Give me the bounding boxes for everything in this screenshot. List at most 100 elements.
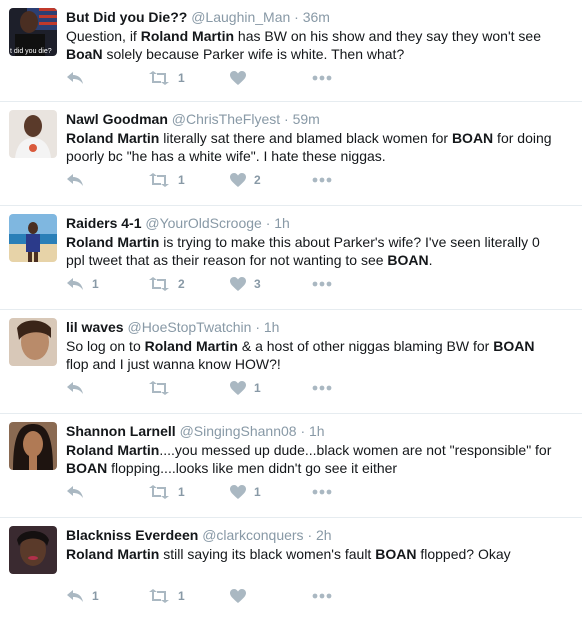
- like-button[interactable]: [230, 589, 312, 603]
- reply-button[interactable]: [66, 173, 148, 187]
- tweet-header: Nawl Goodman @ChrisTheFlyest · 59m: [66, 110, 572, 128]
- text-segment: flopping....looks like men didn't go see…: [107, 460, 398, 476]
- more-button[interactable]: [312, 281, 332, 287]
- tweet-header: Blackniss Everdeen @clarkconquers · 2h: [66, 526, 572, 544]
- user-handle[interactable]: @ChrisTheFlyest: [172, 111, 280, 127]
- more-dots-icon: [312, 75, 332, 81]
- text-segment: flopped? Okay: [416, 546, 511, 562]
- reply-button[interactable]: 1: [66, 589, 148, 603]
- reply-count: 1: [92, 277, 99, 291]
- retweet-button[interactable]: 1: [148, 589, 230, 603]
- like-button[interactable]: [230, 71, 312, 85]
- avatar[interactable]: [9, 214, 57, 262]
- retweet-button[interactable]: 1: [148, 173, 230, 187]
- avatar[interactable]: [9, 526, 57, 574]
- user-handle[interactable]: @YourOldScrooge: [145, 215, 261, 231]
- timestamp[interactable]: 1h: [264, 319, 280, 335]
- highlight-term[interactable]: BOAN: [375, 546, 416, 562]
- user-handle[interactable]: @clarkconquers: [202, 527, 303, 543]
- highlight-term[interactable]: Roland Martin: [145, 338, 238, 354]
- display-name[interactable]: Nawl Goodman: [66, 111, 168, 127]
- more-dots-icon: [312, 385, 332, 391]
- reply-icon: [66, 589, 84, 603]
- tweet: lil waves @HoeStopTwatchin · 1h So log o…: [0, 310, 582, 414]
- reply-icon: [66, 173, 84, 187]
- highlight-term[interactable]: BOAN: [452, 130, 493, 146]
- separator: ·: [255, 319, 260, 335]
- highlight-term[interactable]: Roland Martin: [66, 234, 159, 250]
- like-button[interactable]: 1: [230, 381, 312, 395]
- reply-icon: [66, 277, 84, 291]
- retweet-count: 1: [178, 71, 185, 85]
- like-count: 2: [254, 173, 261, 187]
- more-button[interactable]: [312, 489, 332, 495]
- highlight-term[interactable]: Roland Martin: [66, 546, 159, 562]
- tweet-header: lil waves @HoeStopTwatchin · 1h: [66, 318, 572, 336]
- retweet-icon: [148, 277, 170, 291]
- reply-button[interactable]: [66, 485, 148, 499]
- separator: ·: [265, 215, 271, 231]
- tweet: Nawl Goodman @ChrisTheFlyest · 59m Rolan…: [0, 102, 582, 206]
- separator: ·: [294, 9, 299, 25]
- highlight-term[interactable]: BOAN: [387, 252, 428, 268]
- timestamp[interactable]: 36m: [303, 9, 330, 25]
- user-handle[interactable]: @Laughin_Man: [191, 9, 290, 25]
- more-button[interactable]: [312, 75, 332, 81]
- highlight-term[interactable]: Roland Martin: [141, 28, 234, 44]
- display-name[interactable]: Blackniss Everdeen: [66, 527, 198, 543]
- like-button[interactable]: 3: [230, 277, 312, 291]
- like-button[interactable]: 1: [230, 485, 312, 499]
- tweet-text: Roland Martin still saying its black wom…: [66, 545, 572, 563]
- reply-button[interactable]: [66, 71, 148, 85]
- timestamp[interactable]: 1h: [274, 215, 290, 231]
- heart-icon: [230, 485, 246, 499]
- display-name[interactable]: But Did you Die??: [66, 9, 187, 25]
- avatar[interactable]: [9, 110, 57, 158]
- more-button[interactable]: [312, 177, 332, 183]
- retweet-button[interactable]: 1: [148, 71, 230, 85]
- retweet-button[interactable]: 1: [148, 485, 230, 499]
- more-dots-icon: [312, 281, 332, 287]
- highlight-term[interactable]: BOAN: [493, 338, 534, 354]
- retweet-button[interactable]: [148, 381, 230, 395]
- tweet: Shannon Larnell @SingingShann08 · 1h Rol…: [0, 414, 582, 518]
- heart-icon: [230, 173, 246, 187]
- text-segment: & a host of other niggas blaming BW for: [237, 338, 494, 354]
- avatar-caption: t did you die?: [10, 48, 52, 55]
- display-name[interactable]: lil waves: [66, 319, 124, 335]
- more-button[interactable]: [312, 593, 332, 599]
- tweet: Raiders 4-1 @YourOldScrooge · 1h Roland …: [0, 206, 582, 310]
- avatar[interactable]: t did you die?: [9, 8, 57, 56]
- tweet-text: Roland Martin literally sat there and bl…: [66, 129, 572, 165]
- text-segment: ....you messed up dude...black women are…: [159, 442, 552, 458]
- heart-icon: [230, 71, 246, 85]
- user-handle[interactable]: @HoeStopTwatchin: [127, 319, 251, 335]
- reply-icon: [66, 485, 84, 499]
- display-name[interactable]: Shannon Larnell: [66, 423, 176, 439]
- tweet-header: But Did you Die?? @Laughin_Man · 36m: [66, 8, 572, 26]
- heart-icon: [230, 589, 246, 603]
- action-bar: 1 2: [66, 169, 332, 191]
- reply-icon: [66, 381, 84, 395]
- highlight-term[interactable]: Roland Martin: [66, 130, 159, 146]
- more-button[interactable]: [312, 385, 332, 391]
- highlight-term[interactable]: Roland Martin: [66, 442, 159, 458]
- timestamp[interactable]: 2h: [316, 527, 332, 543]
- heart-icon: [230, 381, 246, 395]
- retweet-count: 1: [178, 485, 185, 499]
- avatar[interactable]: [9, 422, 57, 470]
- timestamp[interactable]: 1h: [309, 423, 325, 439]
- reply-button[interactable]: [66, 381, 148, 395]
- display-name[interactable]: Raiders 4-1: [66, 215, 141, 231]
- timestamp[interactable]: 59m: [293, 111, 320, 127]
- highlight-term[interactable]: BoaN: [66, 46, 103, 62]
- text-segment: has BW on his show and they say they won…: [234, 28, 541, 44]
- highlight-term[interactable]: BOAN: [66, 460, 107, 476]
- user-handle[interactable]: @SingingShann08: [180, 423, 297, 439]
- like-button[interactable]: 2: [230, 173, 312, 187]
- retweet-button[interactable]: 2: [148, 277, 230, 291]
- retweet-icon: [148, 381, 170, 395]
- avatar[interactable]: [9, 318, 57, 366]
- reply-button[interactable]: 1: [66, 277, 148, 291]
- reply-icon: [66, 71, 84, 85]
